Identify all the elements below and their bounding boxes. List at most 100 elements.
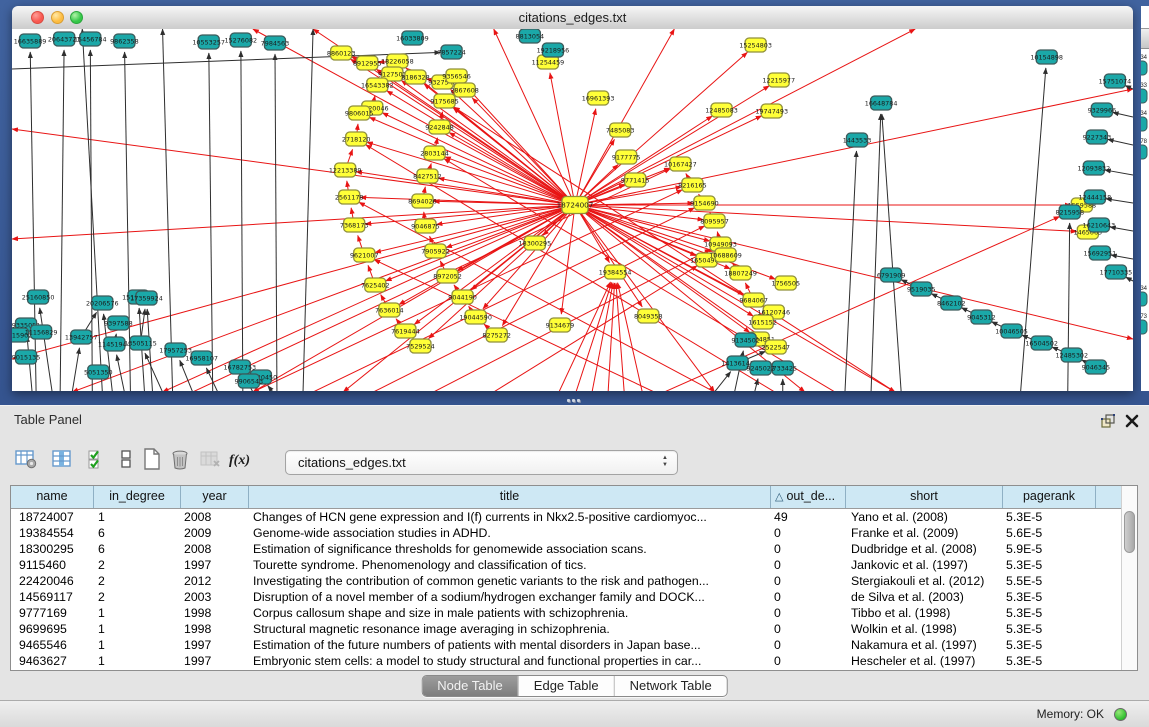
close-panel-icon[interactable] — [1124, 413, 1140, 429]
column-header-in_degree[interactable]: in_degree — [94, 486, 181, 508]
graph-node[interactable]: 15276082 — [224, 33, 257, 47]
graph-node[interactable]: 2867608 — [450, 83, 479, 97]
graph-node[interactable]: 9015135 — [12, 350, 40, 364]
citation-edge-red[interactable] — [502, 205, 575, 326]
citation-edge-red[interactable] — [387, 91, 575, 205]
graph-node[interactable]: 17710335 — [1100, 265, 1133, 279]
graph-node[interactable]: 9177775 — [612, 150, 641, 164]
graph-node[interactable]: 9046345 — [1082, 360, 1111, 374]
graph-node[interactable]: 8186328 — [401, 70, 430, 84]
graph-node[interactable]: 8275272 — [482, 328, 511, 342]
graph-node[interactable]: 7529524 — [406, 339, 435, 353]
citation-edge-red[interactable] — [449, 133, 575, 205]
graph-node[interactable]: 12215977 — [762, 73, 795, 87]
citation-edge-black[interactable] — [145, 353, 163, 391]
graph-node[interactable]: 9621007 — [350, 248, 379, 262]
column-header-title[interactable]: title — [249, 486, 771, 508]
graph-node[interactable]: 12093832 — [1078, 161, 1111, 175]
network-canvas[interactable]: 8860123891295518226058912750316543382224… — [12, 29, 1133, 391]
trash-button[interactable] — [166, 447, 194, 475]
graph-node[interactable]: 2522547 — [761, 340, 790, 354]
citation-edge-red[interactable] — [356, 172, 575, 205]
graph-node[interactable]: 7857224 — [437, 45, 466, 59]
graph-node[interactable]: 8972052 — [433, 269, 462, 283]
citation-edge-black[interactable] — [268, 386, 273, 391]
delete-table-disabled-button[interactable] — [196, 447, 224, 475]
graph-node[interactable]: 9862358 — [110, 34, 139, 48]
table-row[interactable]: 911546021997Tourette syndrome. Phenomeno… — [11, 557, 1124, 573]
panel-resize-grip[interactable] — [567, 397, 581, 404]
graph-node[interactable]: 1443533 — [843, 133, 872, 147]
table-scrollbar[interactable] — [1121, 486, 1137, 670]
graph-node[interactable]: 12485083 — [705, 103, 738, 117]
table-scrollbar-thumb[interactable] — [1124, 511, 1135, 553]
memory-status-indicator[interactable] — [1114, 708, 1127, 721]
graph-node[interactable]: 8694026 — [408, 194, 437, 208]
graph-node[interactable]: 9356546 — [442, 69, 471, 83]
graph-hub-node[interactable]: 18724007 — [557, 197, 594, 214]
citation-edge-black[interactable] — [1126, 277, 1133, 281]
citation-edge-red[interactable] — [12, 205, 575, 239]
citation-edge-red[interactable] — [575, 109, 596, 205]
graph-node[interactable]: 25160850 — [22, 290, 55, 304]
graph-node[interactable]: 9242848 — [425, 120, 454, 134]
select-rows-button[interactable] — [84, 447, 112, 475]
close-window-icon[interactable] — [31, 11, 44, 24]
citation-edge-red[interactable] — [608, 283, 614, 391]
column-header-name[interactable]: name — [11, 486, 94, 508]
column-visibility-button[interactable] — [48, 447, 76, 475]
float-panel-icon[interactable] — [1100, 413, 1116, 429]
citation-edge-black[interactable] — [60, 50, 64, 391]
table-row[interactable]: 1872400712008Changes of HCN gene express… — [11, 509, 1124, 525]
minimize-window-icon[interactable] — [51, 11, 64, 24]
graph-node[interactable]: 8912955 — [353, 56, 382, 70]
graph-node[interactable]: 9134502 — [731, 333, 760, 347]
citation-edge-black[interactable] — [845, 151, 857, 391]
citation-edge-red[interactable] — [12, 129, 575, 205]
citation-edge-black[interactable] — [30, 52, 36, 391]
citation-edge-red[interactable] — [453, 108, 575, 205]
graph-node[interactable]: 8215958 — [1055, 205, 1084, 219]
column-header-out_de[interactable]: △out_de... — [771, 486, 846, 508]
citation-edge-red[interactable] — [369, 117, 575, 205]
graph-node[interactable]: 12213389 — [329, 163, 362, 177]
citation-edge-black[interactable] — [72, 348, 79, 391]
graph-node[interactable]: 9806015 — [345, 106, 374, 120]
graph-node[interactable]: 9045312 — [967, 310, 996, 324]
graph-node[interactable]: 9134679 — [546, 318, 575, 332]
graph-node[interactable]: 10553257 — [192, 35, 225, 49]
graph-node[interactable]: 16648784 — [865, 96, 898, 110]
graph-node[interactable]: 8095957 — [700, 214, 729, 228]
graph-node[interactable]: 19747493 — [755, 104, 788, 118]
graph-node[interactable]: 9044190 — [448, 290, 477, 304]
graph-node[interactable]: 7636014 — [375, 303, 404, 317]
graph-node[interactable]: 15456784 — [74, 32, 107, 46]
tab-node-table[interactable]: Node Table — [422, 676, 519, 696]
graph-node[interactable]: 20206576 — [86, 296, 119, 310]
table-row[interactable]: 1938455462009Genome-wide association stu… — [11, 525, 1124, 541]
citation-edge-red[interactable] — [401, 80, 575, 205]
window-titlebar[interactable]: citations_edges.txt — [12, 6, 1133, 30]
graph-node[interactable]: 2803144 — [420, 146, 449, 160]
citation-edge-black[interactable] — [163, 29, 173, 391]
graph-node[interactable]: 7984563 — [261, 36, 290, 50]
graph-node[interactable]: 9245022 — [746, 361, 775, 375]
graph-node[interactable]: 9329966 — [1088, 103, 1117, 117]
graph-node[interactable]: 19044590 — [459, 310, 492, 324]
table-row[interactable]: 2242004622012Investigating the contribut… — [11, 573, 1124, 589]
citation-edge-black[interactable] — [241, 51, 243, 391]
graph-node[interactable]: 8216165 — [678, 178, 707, 192]
graph-node[interactable]: 9397588 — [104, 316, 133, 330]
table-row[interactable]: 946362711997Embryonic stem cells: a mode… — [11, 653, 1124, 669]
graph-node[interactable]: 1615152 — [748, 315, 777, 329]
graph-node[interactable]: 9046875 — [411, 219, 440, 233]
graph-node[interactable]: 15254803 — [739, 38, 772, 52]
zoom-window-icon[interactable] — [70, 11, 83, 24]
citation-edge-red[interactable] — [561, 205, 575, 314]
graph-node[interactable]: 16033809 — [396, 31, 429, 45]
network-graph[interactable]: 8860123891295518226058912750316543382224… — [12, 29, 1133, 391]
graph-node[interactable]: 2718120 — [342, 132, 371, 146]
graph-node[interactable]: 9771415 — [621, 173, 650, 187]
citation-edge-red[interactable] — [575, 205, 1077, 231]
row-height-button[interactable] — [112, 447, 140, 475]
